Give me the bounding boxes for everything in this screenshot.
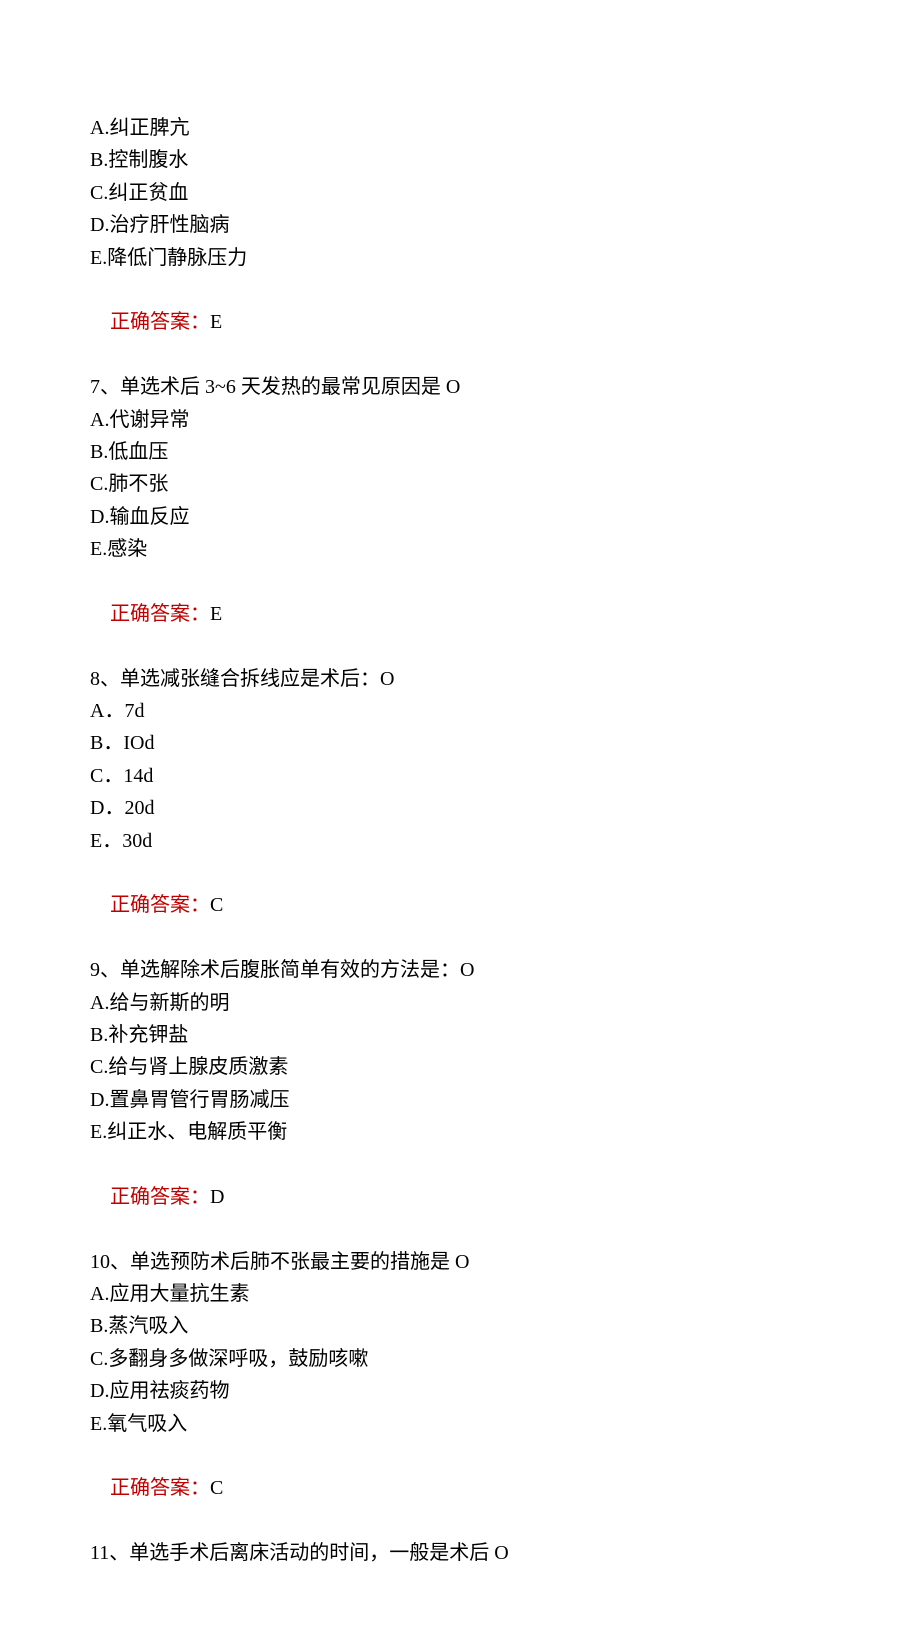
q9-stem: 9、单选解除术后腹胀简单有效的方法是：O — [90, 954, 830, 986]
answer-label: 正确答案： — [110, 603, 210, 625]
q9-option-e: E.纠正水、电解质平衡 — [90, 1116, 830, 1148]
q10-answer: C — [210, 1477, 223, 1499]
answer-label: 正确答案： — [110, 894, 210, 916]
q6-answer: E — [210, 311, 222, 333]
q7-answer: E — [210, 603, 222, 625]
q8-answer-line: 正确答案：C — [90, 857, 830, 954]
q10-option-c: C.多翻身多做深呼吸，鼓励咳嗽 — [90, 1343, 830, 1375]
q10-option-b: B.蒸汽吸入 — [90, 1310, 830, 1342]
q8-option-b: B．IOd — [90, 727, 830, 759]
answer-label: 正确答案： — [110, 1477, 210, 1499]
q8-option-a: A．7d — [90, 695, 830, 727]
q7-option-c: C.肺不张 — [90, 468, 830, 500]
q7-option-b: B.低血压 — [90, 436, 830, 468]
q10-option-d: D.应用祛痰药物 — [90, 1375, 830, 1407]
q9-option-c: C.给与肾上腺皮质激素 — [90, 1051, 830, 1083]
q7-stem: 7、单选术后 3~6 天发热的最常见原因是 O — [90, 371, 830, 403]
q9-answer: D — [210, 1186, 224, 1208]
q8-option-e: E．30d — [90, 825, 830, 857]
q8-answer: C — [210, 894, 223, 916]
q10-option-e: E.氧气吸入 — [90, 1408, 830, 1440]
q10-stem: 10、单选预防术后肺不张最主要的措施是 O — [90, 1246, 830, 1278]
q6-option-a: A.纠正脾亢 — [90, 112, 830, 144]
q9-option-d: D.置鼻胃管行胃肠减压 — [90, 1084, 830, 1116]
q6-option-d: D.治疗肝性脑病 — [90, 209, 830, 241]
answer-label: 正确答案： — [110, 1186, 210, 1208]
document-page: A.纠正脾亢 B.控制腹水 C.纠正贫血 D.治疗肝性脑病 E.降低门静脉压力 … — [0, 0, 920, 1630]
q7-answer-line: 正确答案：E — [90, 565, 830, 662]
q9-option-a: A.给与新斯的明 — [90, 987, 830, 1019]
q10-option-a: A.应用大量抗生素 — [90, 1278, 830, 1310]
q6-option-e: E.降低门静脉压力 — [90, 242, 830, 274]
q6-option-b: B.控制腹水 — [90, 144, 830, 176]
q8-option-d: D．20d — [90, 792, 830, 824]
q6-option-c: C.纠正贫血 — [90, 177, 830, 209]
q8-option-c: C．14d — [90, 760, 830, 792]
q11-stem: 11、单选手术后离床活动的时间，一般是术后 O — [90, 1537, 830, 1569]
q10-answer-line: 正确答案：C — [90, 1440, 830, 1537]
q7-option-a: A.代谢异常 — [90, 404, 830, 436]
q6-answer-line: 正确答案：E — [90, 274, 830, 371]
q8-stem: 8、单选减张缝合拆线应是术后：O — [90, 663, 830, 695]
q7-option-e: E.感染 — [90, 533, 830, 565]
q9-option-b: B.补充钾盐 — [90, 1019, 830, 1051]
q7-option-d: D.输血反应 — [90, 501, 830, 533]
q9-answer-line: 正确答案：D — [90, 1149, 830, 1246]
answer-label: 正确答案： — [110, 311, 210, 333]
